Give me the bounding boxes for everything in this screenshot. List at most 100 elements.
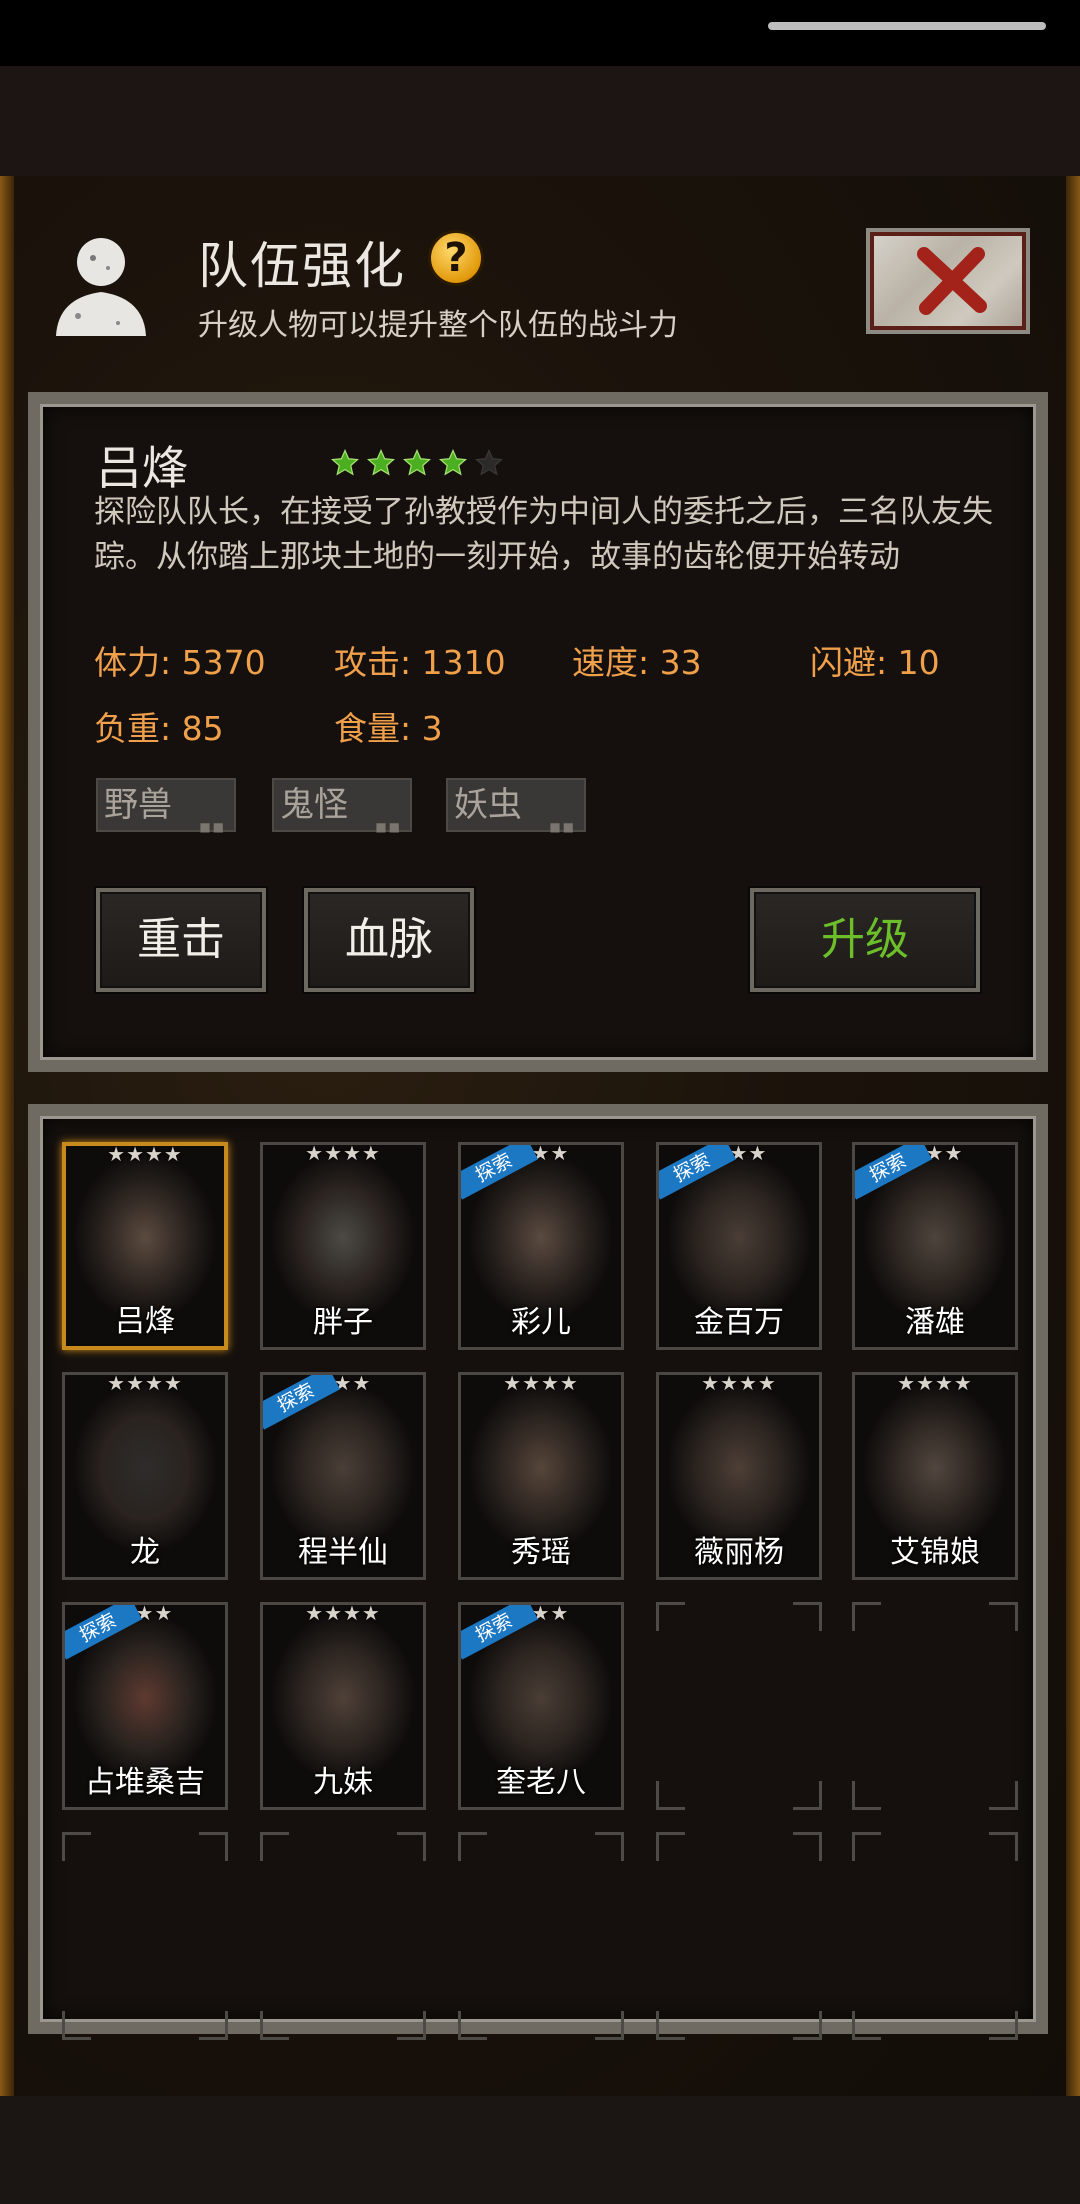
slot-corner — [989, 1602, 1018, 1631]
empty-slot — [62, 1832, 228, 2040]
slot-corner — [62, 2011, 91, 2040]
slot-corner — [989, 1832, 1018, 1861]
slot-corner — [62, 1832, 91, 1861]
roster-card[interactable]: ★★★★ 九妹 — [260, 1602, 426, 1810]
empty-slot — [656, 1832, 822, 2040]
empty-slot — [260, 1832, 426, 2040]
character-description: 探险队队长，在接受了孙教授作为中间人的委托之后，三名队友失踪。从你踏上那块土地的… — [94, 494, 993, 575]
tag-label: 妖虫 — [454, 785, 522, 825]
close-button[interactable] — [866, 228, 1030, 334]
tag-label: 野兽 — [104, 785, 172, 825]
card-stars: ★★★★ — [897, 1372, 973, 1395]
card-stars: ★★★★ — [305, 1602, 381, 1625]
roster-card[interactable]: ★★★ 探索 彩儿 — [458, 1142, 624, 1350]
star-filled-icon — [402, 448, 432, 476]
tag-beast: 野兽 ■■ — [96, 778, 236, 834]
slot-corner — [656, 1832, 685, 1861]
stat-attack: 攻击: 1310 — [334, 643, 506, 682]
roster-card[interactable]: ★★★ 探索 占堆桑吉 — [62, 1602, 228, 1810]
slot-corner — [260, 1832, 289, 1861]
slot-corner — [397, 1832, 426, 1861]
card-name: 秀瑶 — [511, 1535, 571, 1570]
slot-corner — [260, 2011, 289, 2040]
slot-corner — [656, 2011, 685, 2040]
slot-corner — [852, 1832, 881, 1861]
skill-button-heavy-strike[interactable]: 重击 — [96, 888, 266, 992]
empty-slot — [458, 1832, 624, 2040]
character-name: 吕烽 — [96, 441, 188, 495]
star-filled-icon — [438, 448, 468, 476]
roster-card[interactable]: ★★★ 探索 程半仙 — [260, 1372, 426, 1580]
slot-corner — [793, 1781, 822, 1810]
card-name: 艾锦娘 — [890, 1535, 980, 1570]
card-stars: ★★★★ — [305, 1142, 381, 1165]
navigation-bar — [0, 2096, 1080, 2204]
card-name: 九妹 — [313, 1765, 373, 1800]
roster-card[interactable]: ★★★★ 胖子 — [260, 1142, 426, 1350]
card-stars: ★★★★ — [107, 1372, 183, 1395]
roster-card[interactable]: ★★★★ 吕烽 — [62, 1142, 228, 1350]
empty-slot — [656, 1602, 822, 1810]
card-name: 金百万 — [694, 1305, 784, 1340]
card-name: 彩儿 — [511, 1305, 571, 1340]
slot-corner — [199, 2011, 228, 2040]
roster-card[interactable]: ★★★ 探索 金百万 — [656, 1142, 822, 1350]
slot-corner — [458, 1832, 487, 1861]
roster-card[interactable]: ★★★★ 艾锦娘 — [852, 1372, 1018, 1580]
roster-card[interactable]: ★★★★ 薇丽杨 — [656, 1372, 822, 1580]
empty-slot — [852, 1832, 1018, 2040]
top-band — [0, 66, 1080, 176]
slot-corner — [989, 2011, 1018, 2040]
card-name: 潘雄 — [905, 1305, 965, 1340]
character-star-rating — [330, 448, 504, 478]
slot-corner — [793, 2011, 822, 2040]
close-icon — [917, 247, 987, 315]
tag-ghost: 鬼怪 ■■ — [272, 778, 412, 834]
empty-slot — [852, 1602, 1018, 1810]
status-bar — [0, 0, 1080, 66]
upgrade-button[interactable]: 升级 — [750, 888, 980, 992]
card-name: 吕烽 — [115, 1304, 175, 1339]
stat-load: 负重: 85 — [94, 709, 224, 748]
slot-corner — [656, 1781, 685, 1810]
slot-corner — [852, 1781, 881, 1810]
stat-dodge: 闪避: 10 — [810, 643, 940, 682]
slot-corner — [852, 2011, 881, 2040]
slot-corner — [989, 1781, 1018, 1810]
card-stars: ★★★★ — [701, 1372, 777, 1395]
slot-corner — [458, 2011, 487, 2040]
team-avatar-icon — [48, 228, 154, 338]
star-filled-icon — [366, 448, 396, 476]
roster-card[interactable]: ★★★ 探索 奎老八 — [458, 1602, 624, 1810]
star-filled-icon — [330, 448, 360, 476]
slot-corner — [656, 1602, 685, 1631]
card-name: 程半仙 — [298, 1535, 388, 1570]
card-name: 胖子 — [313, 1305, 373, 1340]
help-icon[interactable]: ? — [428, 230, 484, 286]
card-stars: ★★★★ — [503, 1372, 579, 1395]
page-title: 队伍强化 — [198, 237, 406, 295]
roster-card[interactable]: ★★★ 探索 潘雄 — [852, 1142, 1018, 1350]
skill-button-bloodline[interactable]: 血脉 — [304, 888, 474, 992]
tag-insect: 妖虫 ■■ — [446, 778, 586, 834]
roster-card[interactable]: ★★★★ 秀瑶 — [458, 1372, 624, 1580]
slot-corner — [793, 1602, 822, 1631]
card-name: 薇丽杨 — [694, 1535, 784, 1570]
stat-speed: 速度: 33 — [572, 643, 702, 682]
roster-card[interactable]: ★★★★ 龙 — [62, 1372, 228, 1580]
card-stars: ★★★★ — [107, 1142, 183, 1166]
card-name: 奎老八 — [496, 1765, 586, 1800]
slot-corner — [595, 1832, 624, 1861]
slot-corner — [595, 2011, 624, 2040]
gesture-pill — [768, 22, 1046, 30]
page-subtitle: 升级人物可以提升整个队伍的战斗力 — [198, 308, 678, 343]
slot-corner — [397, 2011, 426, 2040]
tag-label: 鬼怪 — [280, 785, 348, 825]
star-empty-icon — [474, 448, 504, 476]
slot-corner — [199, 1832, 228, 1861]
slot-corner — [793, 1832, 822, 1861]
card-name: 龙 — [130, 1535, 160, 1570]
card-name: 占堆桑吉 — [85, 1765, 205, 1800]
stat-hp: 体力: 5370 — [94, 643, 266, 682]
stat-food: 食量: 3 — [334, 709, 443, 748]
